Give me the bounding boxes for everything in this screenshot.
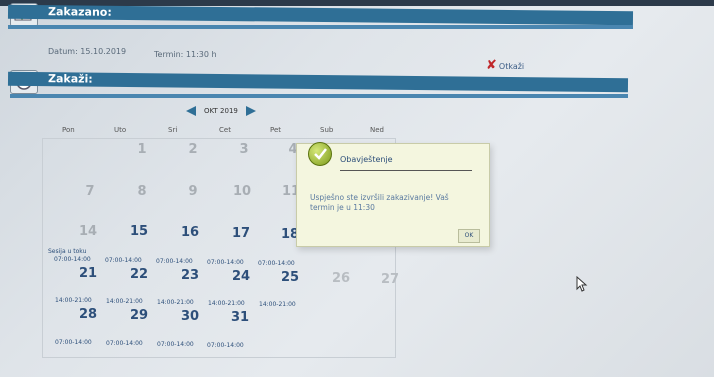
book-section-title: Zakaži:: [47, 72, 93, 86]
next-month-icon[interactable]: [245, 106, 256, 116]
time-slot[interactable]: 14:00-21:00: [55, 297, 92, 304]
weekday-mon: Pon: [62, 126, 75, 134]
time-slot[interactable]: 14:00-21:00: [157, 299, 194, 306]
time-slot[interactable]: 07:00-14:00: [106, 340, 143, 347]
time-slot[interactable]: 07:00-14:00: [207, 342, 244, 349]
weekday-thu: Cet: [219, 126, 231, 134]
calendar-day[interactable]: 31: [225, 310, 255, 325]
book-section-header: Zakaži:: [7, 71, 629, 93]
mouse-cursor-icon: [576, 275, 588, 296]
weekday-sun: Ned: [370, 126, 384, 134]
booked-section-header: Zakazano:: [7, 4, 634, 26]
calendar-day[interactable]: 21: [73, 266, 103, 281]
calendar-day[interactable]: 29: [124, 308, 154, 323]
time-slot[interactable]: 14:00-21:00: [208, 300, 245, 307]
checkmark-icon: [308, 142, 332, 166]
calendar-day[interactable]: 28: [73, 307, 103, 322]
time-slot[interactable]: 07:00-14:00: [157, 341, 194, 348]
dialog-title: Obavještenje: [340, 155, 393, 164]
calendar-day: 1: [137, 142, 147, 157]
calendar-day: 8: [137, 184, 147, 199]
calendar-day: 14: [78, 224, 98, 239]
calendar-day: 3: [239, 142, 249, 157]
calendar-day[interactable]: 23: [175, 268, 205, 283]
weekday-fri: Pet: [270, 126, 282, 134]
calendar-day: 2: [188, 142, 198, 157]
time-slot[interactable]: 07:00-14:00: [55, 339, 92, 346]
calendar-day[interactable]: 25: [275, 270, 305, 285]
booking-date: Datum: 15.10.2019: [48, 47, 127, 56]
ok-button[interactable]: OK: [458, 229, 480, 243]
calendar-day[interactable]: 17: [226, 226, 256, 241]
time-slot[interactable]: 14:00-21:00: [259, 301, 296, 308]
dialog-title-rule: [340, 170, 472, 171]
book-underline: [10, 94, 628, 98]
calendar-day: 9: [188, 184, 198, 199]
cancel-label: Otkaži: [498, 62, 525, 71]
calendar-day: 10: [232, 184, 252, 199]
calendar-day[interactable]: 24: [226, 269, 256, 284]
weekday-tue: Uto: [114, 126, 127, 134]
cancel-booking-link[interactable]: ✘ Otkaži: [486, 58, 524, 73]
calendar-day[interactable]: 15: [124, 224, 154, 239]
calendar-day[interactable]: 22: [124, 267, 154, 282]
booked-section-title: Zakazano:: [47, 5, 112, 19]
prev-month-icon[interactable]: [186, 106, 196, 116]
calendar-day: 7: [85, 184, 95, 199]
session-note: Sesija u toku: [48, 248, 87, 255]
weekday-wed: Sri: [168, 126, 178, 134]
time-slot[interactable]: 07:00-14:00: [105, 257, 142, 264]
booking-time: Termin: 11:30 h: [154, 50, 217, 59]
calendar-day[interactable]: 16: [175, 225, 205, 240]
cancel-icon: ✘: [486, 58, 497, 73]
time-slot[interactable]: 07:00-14:00: [207, 259, 244, 266]
weekday-sat: Sub: [320, 126, 334, 134]
month-label: OKT 2019: [204, 107, 238, 115]
booked-underline: [8, 25, 633, 29]
calendar-day: 26: [331, 271, 351, 286]
time-slot[interactable]: 07:00-14:00: [258, 260, 295, 267]
calendar-day[interactable]: 30: [175, 309, 205, 324]
time-slot[interactable]: 07:00-14:00: [156, 258, 193, 265]
dialog-message: Uspješno ste izvršili zakazivanje! Vaš t…: [310, 193, 449, 212]
time-slot[interactable]: 14:00-21:00: [106, 298, 143, 305]
calendar-day: 27: [380, 272, 400, 287]
time-slot[interactable]: 07:00-14:00: [54, 256, 91, 263]
month-navigation: OKT 2019: [186, 106, 256, 116]
